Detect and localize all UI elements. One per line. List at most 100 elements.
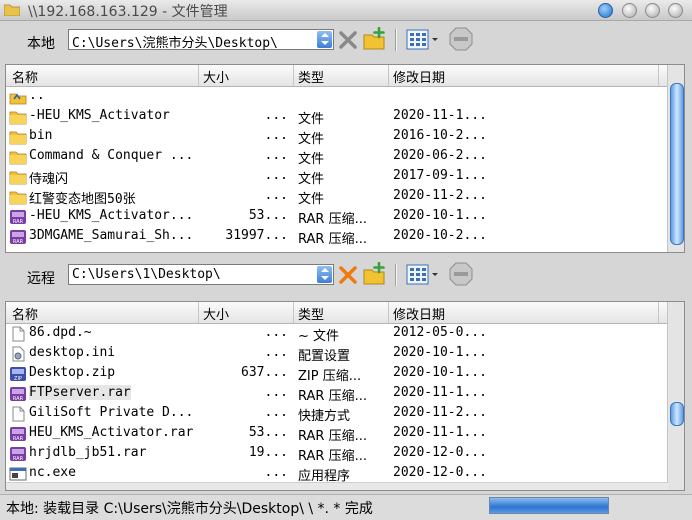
title-bar: \\192.168.163.129 - 文件管理	[0, 0, 692, 21]
file-type: ~ 文件	[298, 329, 340, 344]
column-size[interactable]: 大小	[203, 67, 229, 86]
view-mode-icon[interactable]	[406, 264, 438, 286]
file-size: ...	[264, 405, 288, 420]
file-size: ...	[264, 385, 288, 400]
chevron-down-icon[interactable]	[317, 266, 332, 283]
folder-icon	[9, 189, 27, 205]
rar-icon: RAR	[9, 386, 27, 402]
file-size: ...	[264, 168, 288, 183]
new-folder-icon[interactable]	[362, 262, 388, 286]
folder-icon	[9, 109, 27, 125]
file-row[interactable]: RAR FTPserver.rar... RAR 压缩... 2020-11-1...	[6, 384, 668, 404]
file-date: 2020-10-2...	[393, 228, 487, 243]
file-date: 2017-09-1...	[393, 168, 487, 183]
file-icon	[9, 406, 27, 422]
delete-icon[interactable]	[337, 29, 359, 51]
remote-label: 远程	[27, 271, 55, 287]
column-date[interactable]: 修改日期	[393, 67, 445, 86]
local-scroll-thumb[interactable]	[670, 83, 684, 245]
file-name: HEU_KMS_Activator.rar	[29, 425, 194, 440]
file-row[interactable]: ..	[6, 87, 668, 107]
file-row[interactable]: RAR HEU_KMS_Activator.rar 53... RAR 压缩... 20…	[6, 424, 668, 444]
delete-icon[interactable]	[337, 264, 359, 286]
file-name: hrjdlb_jb51.rar	[29, 445, 147, 460]
file-size: ...	[264, 188, 288, 203]
remote-list-header: 名称 大小 类型 修改日期	[6, 302, 668, 324]
file-name: FTPserver.rar	[29, 385, 131, 400]
local-label: 本地	[27, 36, 55, 52]
file-row[interactable]: desktop.ini... 配置设置 2020-10-1...	[6, 344, 668, 364]
file-icon	[9, 326, 27, 342]
svg-text:RAR: RAR	[13, 239, 24, 245]
file-row[interactable]: ZIP Desktop.zip 637... ZIP 压缩... 2020-10-1..…	[6, 364, 668, 384]
file-date: 2020-12-0...	[393, 465, 487, 480]
folder-icon	[9, 129, 27, 145]
file-row[interactable]: GiliSoft Private D...... 快捷方式 2020-11-2...	[6, 404, 668, 424]
file-date: 2020-10-1...	[393, 208, 487, 223]
file-row[interactable]: 侍魂闪... 文件 2017-09-1...	[6, 167, 668, 187]
remote-path-text: C:\Users\1\Desktop\	[72, 267, 221, 282]
rar-icon: RAR	[9, 446, 27, 462]
file-type: 文件	[298, 132, 325, 147]
file-row[interactable]: bin... 文件 2016-10-2...	[6, 127, 668, 147]
file-row[interactable]: 红警变态地图50张... 文件 2020-11-2...	[6, 187, 668, 207]
file-row[interactable]: Command & Conquer ...... 文件 2020-06-2...	[6, 147, 668, 167]
exe-icon	[9, 466, 27, 482]
maximize-button[interactable]	[645, 3, 660, 18]
file-name: desktop.ini	[29, 345, 116, 360]
file-row[interactable]: nc.exe... 应用程序 2020-12-0...	[6, 464, 668, 484]
remote-file-list[interactable]: 名称 大小 类型 修改日期 86.dpd.~... ~ 文件 2012-05-0..…	[5, 301, 685, 491]
column-name[interactable]: 名称	[12, 304, 38, 323]
stop-icon[interactable]	[449, 262, 473, 286]
file-size: 31997...	[225, 228, 288, 243]
chevron-down-icon[interactable]	[317, 31, 332, 48]
svg-text:RAR: RAR	[13, 396, 24, 402]
file-row[interactable]: 86.dpd.~... ~ 文件 2012-05-0...	[6, 324, 668, 344]
file-date: 2020-11-1...	[393, 385, 487, 400]
rar-icon: RAR	[9, 209, 27, 225]
remote-scrollbar[interactable]	[667, 302, 684, 490]
file-name: -HEU_KMS_Activator...	[29, 208, 194, 223]
file-size: ...	[264, 465, 288, 480]
file-row[interactable]: -HEU_KMS_Activator... 文件 2020-11-1...	[6, 107, 668, 127]
remote-hscrollbar[interactable]	[6, 482, 668, 490]
file-size: ...	[264, 128, 288, 143]
file-type: RAR 压缩...	[298, 429, 367, 444]
file-size: 53...	[248, 425, 288, 440]
column-name[interactable]: 名称	[12, 67, 38, 86]
svg-text:ZIP: ZIP	[14, 376, 22, 382]
file-name: GiliSoft Private D...	[29, 405, 194, 420]
file-date: 2016-10-2...	[393, 128, 487, 143]
progress-bar	[489, 497, 609, 514]
status-text: 本地: 装载目录 C:\Users\浣熊市分头\Desktop\ \ *. * …	[6, 501, 373, 517]
column-date[interactable]: 修改日期	[393, 304, 445, 323]
file-size: ...	[264, 148, 288, 163]
column-type[interactable]: 类型	[298, 304, 324, 323]
local-file-list[interactable]: 名称 大小 类型 修改日期 .. -HEU_KMS_Activator... 文件 2…	[5, 64, 685, 253]
view-mode-icon[interactable]	[406, 29, 438, 51]
file-row[interactable]: RAR 3DMGAME_Samurai_Sh... 31997... RAR 压缩..…	[6, 227, 668, 247]
remote-scroll-thumb[interactable]	[670, 402, 684, 426]
pin-icon[interactable]	[598, 3, 613, 18]
new-folder-icon[interactable]	[362, 27, 388, 51]
close-button[interactable]	[668, 3, 683, 18]
file-size: 53...	[248, 208, 288, 223]
remote-path-combo[interactable]: C:\Users\1\Desktop\	[68, 264, 334, 285]
local-scrollbar[interactable]	[667, 65, 684, 252]
file-date: 2020-10-1...	[393, 345, 487, 360]
file-name: nc.exe	[29, 465, 76, 480]
file-name: Desktop.zip	[29, 365, 116, 380]
file-type: RAR 压缩...	[298, 449, 367, 464]
file-type: RAR 压缩...	[298, 212, 367, 227]
file-name: -HEU_KMS_Activator	[29, 108, 170, 123]
file-name: Command & Conquer ...	[29, 148, 194, 163]
local-path-combo[interactable]: C:\Users\浣熊市分头\Desktop\	[68, 29, 334, 51]
folder-icon	[9, 169, 27, 185]
file-size: 637...	[241, 365, 288, 380]
minimize-button[interactable]	[622, 3, 637, 18]
column-type[interactable]: 类型	[298, 67, 324, 86]
column-size[interactable]: 大小	[203, 304, 229, 323]
stop-icon[interactable]	[449, 27, 473, 51]
file-row[interactable]: RAR hrjdlb_jb51.rar 19... RAR 压缩... 2020-12-…	[6, 444, 668, 464]
file-row[interactable]: RAR -HEU_KMS_Activator... 53... RAR 压缩... 20…	[6, 207, 668, 227]
